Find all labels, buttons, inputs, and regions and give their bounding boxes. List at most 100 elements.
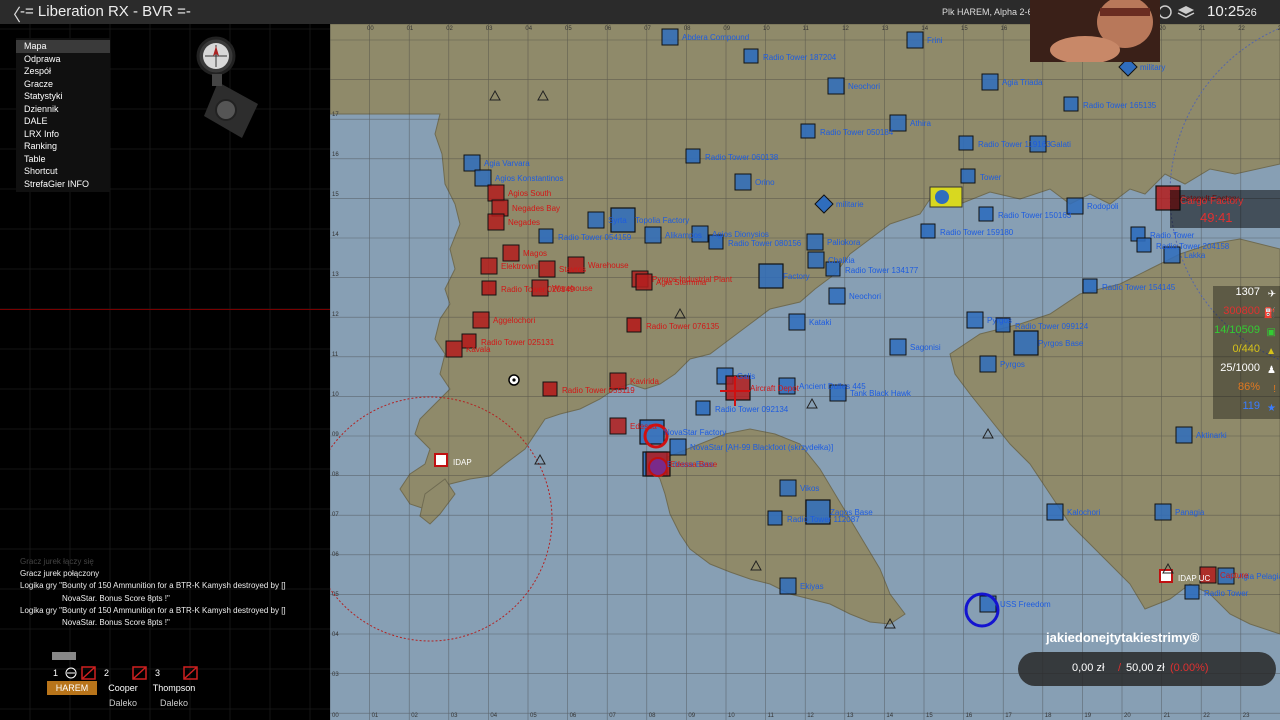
radio-tower-marker[interactable] <box>1082 278 1098 294</box>
radio-tower-marker[interactable] <box>695 400 711 416</box>
menu-item-strefagier-info[interactable]: StrefaGier INFO <box>16 178 110 191</box>
radio-tower-marker[interactable] <box>978 206 994 222</box>
radio-tower-marker[interactable] <box>481 280 497 296</box>
town-sector-marker[interactable] <box>487 213 505 231</box>
capture-status-panel: Cargo Factory 49:41 <box>1170 190 1280 228</box>
menu-item-zespół[interactable]: Zespół <box>16 65 110 78</box>
y-axis-tick-label: 12 <box>332 312 339 318</box>
town-sector-marker[interactable] <box>472 311 490 329</box>
blue-location-label: Athira <box>910 119 931 128</box>
town-sector-marker[interactable] <box>828 287 846 305</box>
town-sector-marker[interactable] <box>779 479 797 497</box>
radio-tower-marker[interactable] <box>1136 237 1152 253</box>
x-axis-tick-label: 16 <box>966 713 973 719</box>
red-location-label: Warehouse <box>552 284 593 293</box>
radio-tower-marker[interactable] <box>626 317 642 333</box>
town-sector-marker[interactable] <box>487 184 505 202</box>
town-sector-marker[interactable] <box>806 233 824 251</box>
red-location-label: Agios South <box>508 189 552 198</box>
tactical-map[interactable]: 00 00 01 01 02 02 03 03 04 04 05 05 06 06 07 07 08 08 09 09… <box>330 24 1280 720</box>
squad-member-name[interactable]: Thompson <box>153 683 196 693</box>
town-sector-marker[interactable] <box>474 169 492 187</box>
radio-tower-marker[interactable] <box>800 123 816 139</box>
idap-marker[interactable] <box>1159 569 1173 583</box>
menu-item-table[interactable]: Table <box>16 153 110 166</box>
town-sector-marker[interactable] <box>889 338 907 356</box>
objective-ring-marker[interactable] <box>648 457 668 477</box>
radio-tower-marker[interactable] <box>920 223 936 239</box>
ai-waypoint-marker[interactable] <box>929 186 963 208</box>
town-sector-marker[interactable] <box>906 31 924 49</box>
town-sector-marker[interactable] <box>502 244 520 262</box>
resource-value: 300800 <box>1223 305 1260 317</box>
x-axis-tick-label-top: 15 <box>961 26 968 32</box>
squad-panel: 1 HAREM 2 Cooper Daleko 3 Thompson Daleko <box>47 652 198 708</box>
blue-location-label: Radio Tower 080156 <box>728 239 802 248</box>
town-sector-marker[interactable] <box>463 154 481 172</box>
town-sector-marker[interactable] <box>445 340 463 358</box>
back-icon[interactable]: 〈 <box>4 1 21 26</box>
squad-member-name[interactable]: Cooper <box>108 683 138 693</box>
town-sector-marker[interactable] <box>979 355 997 373</box>
blue-location-label: NovaStar [AH-99 Blackfoot (skrzydełka)] <box>690 443 834 452</box>
town-sector-marker[interactable] <box>788 313 806 331</box>
y-axis-tick-label: 14 <box>332 232 339 238</box>
base-marker[interactable] <box>1013 330 1039 356</box>
radio-tower-marker[interactable] <box>542 381 558 397</box>
radio-tower-marker[interactable] <box>743 48 759 64</box>
y-axis-tick-label: 08 <box>332 472 339 478</box>
squad-member-name[interactable]: HAREM <box>56 683 89 693</box>
x-axis-tick-label-top: 12 <box>842 26 849 32</box>
x-axis-tick-label: 06 <box>570 713 577 719</box>
menu-item-statystyki[interactable]: Statystyki <box>16 90 110 103</box>
radio-tower-marker[interactable] <box>958 135 974 151</box>
radio-tower-marker[interactable] <box>767 510 783 526</box>
blue-location-label: Radio Tower <box>1204 589 1249 598</box>
town-sector-marker[interactable] <box>779 577 797 595</box>
town-sector-marker[interactable] <box>644 226 662 244</box>
y-axis-tick-label: 09 <box>332 432 339 438</box>
town-sector-marker[interactable] <box>635 273 653 291</box>
town-sector-marker[interactable] <box>807 251 825 269</box>
menu-item-ranking[interactable]: Ranking <box>16 140 110 153</box>
town-sector-marker[interactable] <box>587 211 605 229</box>
blue-location-label: Neochori <box>849 292 882 301</box>
town-sector-marker[interactable] <box>966 311 984 329</box>
menu-item-dale[interactable]: DALE <box>16 115 110 128</box>
blue-location-label: Kataki <box>809 318 832 327</box>
menu-item-lrx-info[interactable]: LRX Info <box>16 128 110 141</box>
x-axis-tick-label-top: 02 <box>446 26 453 32</box>
town-sector-marker[interactable] <box>1154 503 1172 521</box>
town-sector-marker[interactable] <box>827 77 845 95</box>
town-sector-marker[interactable] <box>981 73 999 91</box>
menu-item-dziennik[interactable]: Dziennik <box>16 103 110 116</box>
y-axis-tick-label: 13 <box>332 272 339 278</box>
x-axis-tick-label: 11 <box>768 713 775 719</box>
y-axis-tick-label: 11 <box>332 352 339 358</box>
idap-marker[interactable] <box>434 453 448 467</box>
base-marker[interactable] <box>758 263 784 289</box>
town-sector-marker[interactable] <box>1175 426 1193 444</box>
town-sector-marker[interactable] <box>480 257 498 275</box>
town-sector-marker[interactable] <box>609 417 627 435</box>
radio-tower-marker[interactable] <box>685 148 701 164</box>
town-sector-marker[interactable] <box>1046 503 1064 521</box>
map-canvas[interactable]: 00 00 01 01 02 02 03 03 04 04 05 05 06 06 07 07 08 08 09 09… <box>330 24 1280 720</box>
radio-tower-marker[interactable] <box>1184 584 1200 600</box>
town-sector-marker[interactable] <box>661 28 679 46</box>
radio-tower-marker[interactable] <box>538 228 554 244</box>
town-sector-marker[interactable] <box>669 438 687 456</box>
x-axis-tick-label-top: 16 <box>1001 26 1008 32</box>
compass-icon[interactable] <box>188 30 268 142</box>
radio-tower-marker[interactable] <box>1063 96 1079 112</box>
menu-item-odprawa[interactable]: Odprawa <box>16 53 110 66</box>
town-sector-marker[interactable] <box>734 173 752 191</box>
menu-item-shortcut[interactable]: Shortcut <box>16 165 110 178</box>
menu-item-mapa[interactable]: Mapa <box>16 40 110 53</box>
x-axis-tick-label: 07 <box>609 713 616 719</box>
x-axis-tick-label: 14 <box>886 713 893 719</box>
town-sector-marker[interactable] <box>538 260 556 278</box>
fuel-icon: ⛽ <box>1263 308 1276 319</box>
menu-item-gracze[interactable]: Gracze <box>16 78 110 91</box>
radio-tower-marker[interactable] <box>960 168 976 184</box>
